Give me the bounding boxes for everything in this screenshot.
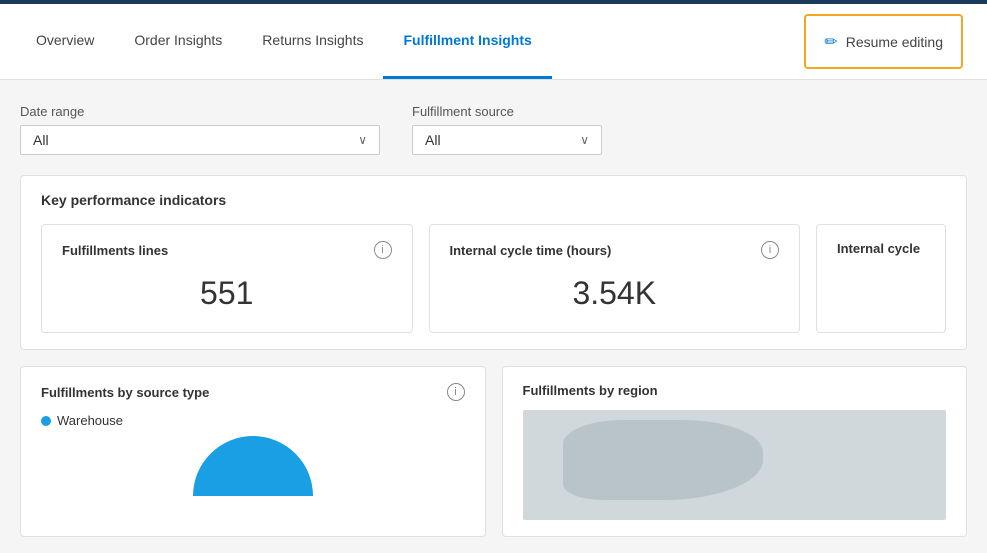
warehouse-legend-item: Warehouse — [41, 413, 465, 428]
fulfillments-by-source-card: Fulfillments by source type i Warehouse — [20, 366, 486, 537]
nav-tab-returns-insights[interactable]: Returns Insights — [242, 4, 383, 79]
pie-chart-shape — [193, 436, 313, 496]
kpi-card-header-3: Internal cycle — [837, 241, 925, 256]
map-area — [523, 410, 947, 520]
date-range-value: All — [33, 132, 49, 148]
map-shape — [563, 420, 763, 500]
kpi-card-title-2: Internal cycle time (hours) — [450, 243, 612, 258]
kpi-card-internal-cycle-time: Internal cycle time (hours) i 3.54K — [429, 224, 801, 333]
kpi-card-fulfillment-lines: Fulfillments lines i 551 — [41, 224, 413, 333]
nav-tab-fulfillment-insights[interactable]: Fulfillment Insights — [383, 4, 551, 79]
main-content: Date range All ∨ Fulfillment source All … — [0, 80, 987, 553]
date-range-label: Date range — [20, 104, 380, 119]
warehouse-legend-label: Warehouse — [57, 413, 123, 428]
kpi-section: Key performance indicators Fulfillments … — [20, 175, 967, 350]
fulfillment-source-value: All — [425, 132, 441, 148]
fulfillments-by-region-title: Fulfillments by region — [523, 383, 658, 398]
nav-tab-order-insights[interactable]: Order Insights — [114, 4, 242, 79]
warehouse-legend-dot — [41, 416, 51, 426]
fulfillments-by-region-header: Fulfillments by region — [523, 383, 947, 398]
filters-row: Date range All ∨ Fulfillment source All … — [20, 104, 967, 155]
date-range-filter: Date range All ∨ — [20, 104, 380, 155]
kpi-card-header-2: Internal cycle time (hours) i — [450, 241, 780, 259]
nav-tab-overview[interactable]: Overview — [16, 4, 114, 79]
info-icon-1[interactable]: i — [374, 241, 392, 259]
kpi-section-title: Key performance indicators — [41, 192, 946, 208]
info-icon-source[interactable]: i — [447, 383, 465, 401]
resume-editing-label: Resume editing — [846, 34, 943, 50]
kpi-value-2: 3.54K — [450, 271, 780, 316]
kpi-value-1: 551 — [62, 271, 392, 316]
fulfillments-by-source-header: Fulfillments by source type i — [41, 383, 465, 401]
info-icon-2[interactable]: i — [761, 241, 779, 259]
kpi-card-internal-cycle-partial: Internal cycle — [816, 224, 946, 333]
date-range-chevron-icon: ∨ — [358, 133, 367, 147]
nav-spacer — [552, 4, 797, 79]
bottom-row: Fulfillments by source type i Warehouse … — [20, 366, 967, 537]
kpi-cards-row: Fulfillments lines i 551 Internal cycle … — [41, 224, 946, 333]
nav-tabs: OverviewOrder InsightsReturns InsightsFu… — [16, 4, 552, 79]
fulfillment-source-filter: Fulfillment source All ∨ — [412, 104, 602, 155]
kpi-card-title-3: Internal cycle — [837, 241, 920, 256]
fulfillments-by-region-card: Fulfillments by region — [502, 366, 968, 537]
fulfillment-source-label: Fulfillment source — [412, 104, 602, 119]
resume-editing-button[interactable]: ✏ Resume editing — [804, 14, 963, 69]
fulfillment-source-select[interactable]: All ∨ — [412, 125, 602, 155]
kpi-card-header-1: Fulfillments lines i — [62, 241, 392, 259]
pencil-icon: ✏ — [824, 32, 837, 52]
fulfillment-source-chevron-icon: ∨ — [580, 133, 589, 147]
pie-chart-area — [41, 436, 465, 496]
top-navigation: OverviewOrder InsightsReturns InsightsFu… — [0, 4, 987, 80]
fulfillments-by-source-title: Fulfillments by source type — [41, 385, 209, 400]
date-range-select[interactable]: All ∨ — [20, 125, 380, 155]
kpi-card-title-1: Fulfillments lines — [62, 243, 168, 258]
